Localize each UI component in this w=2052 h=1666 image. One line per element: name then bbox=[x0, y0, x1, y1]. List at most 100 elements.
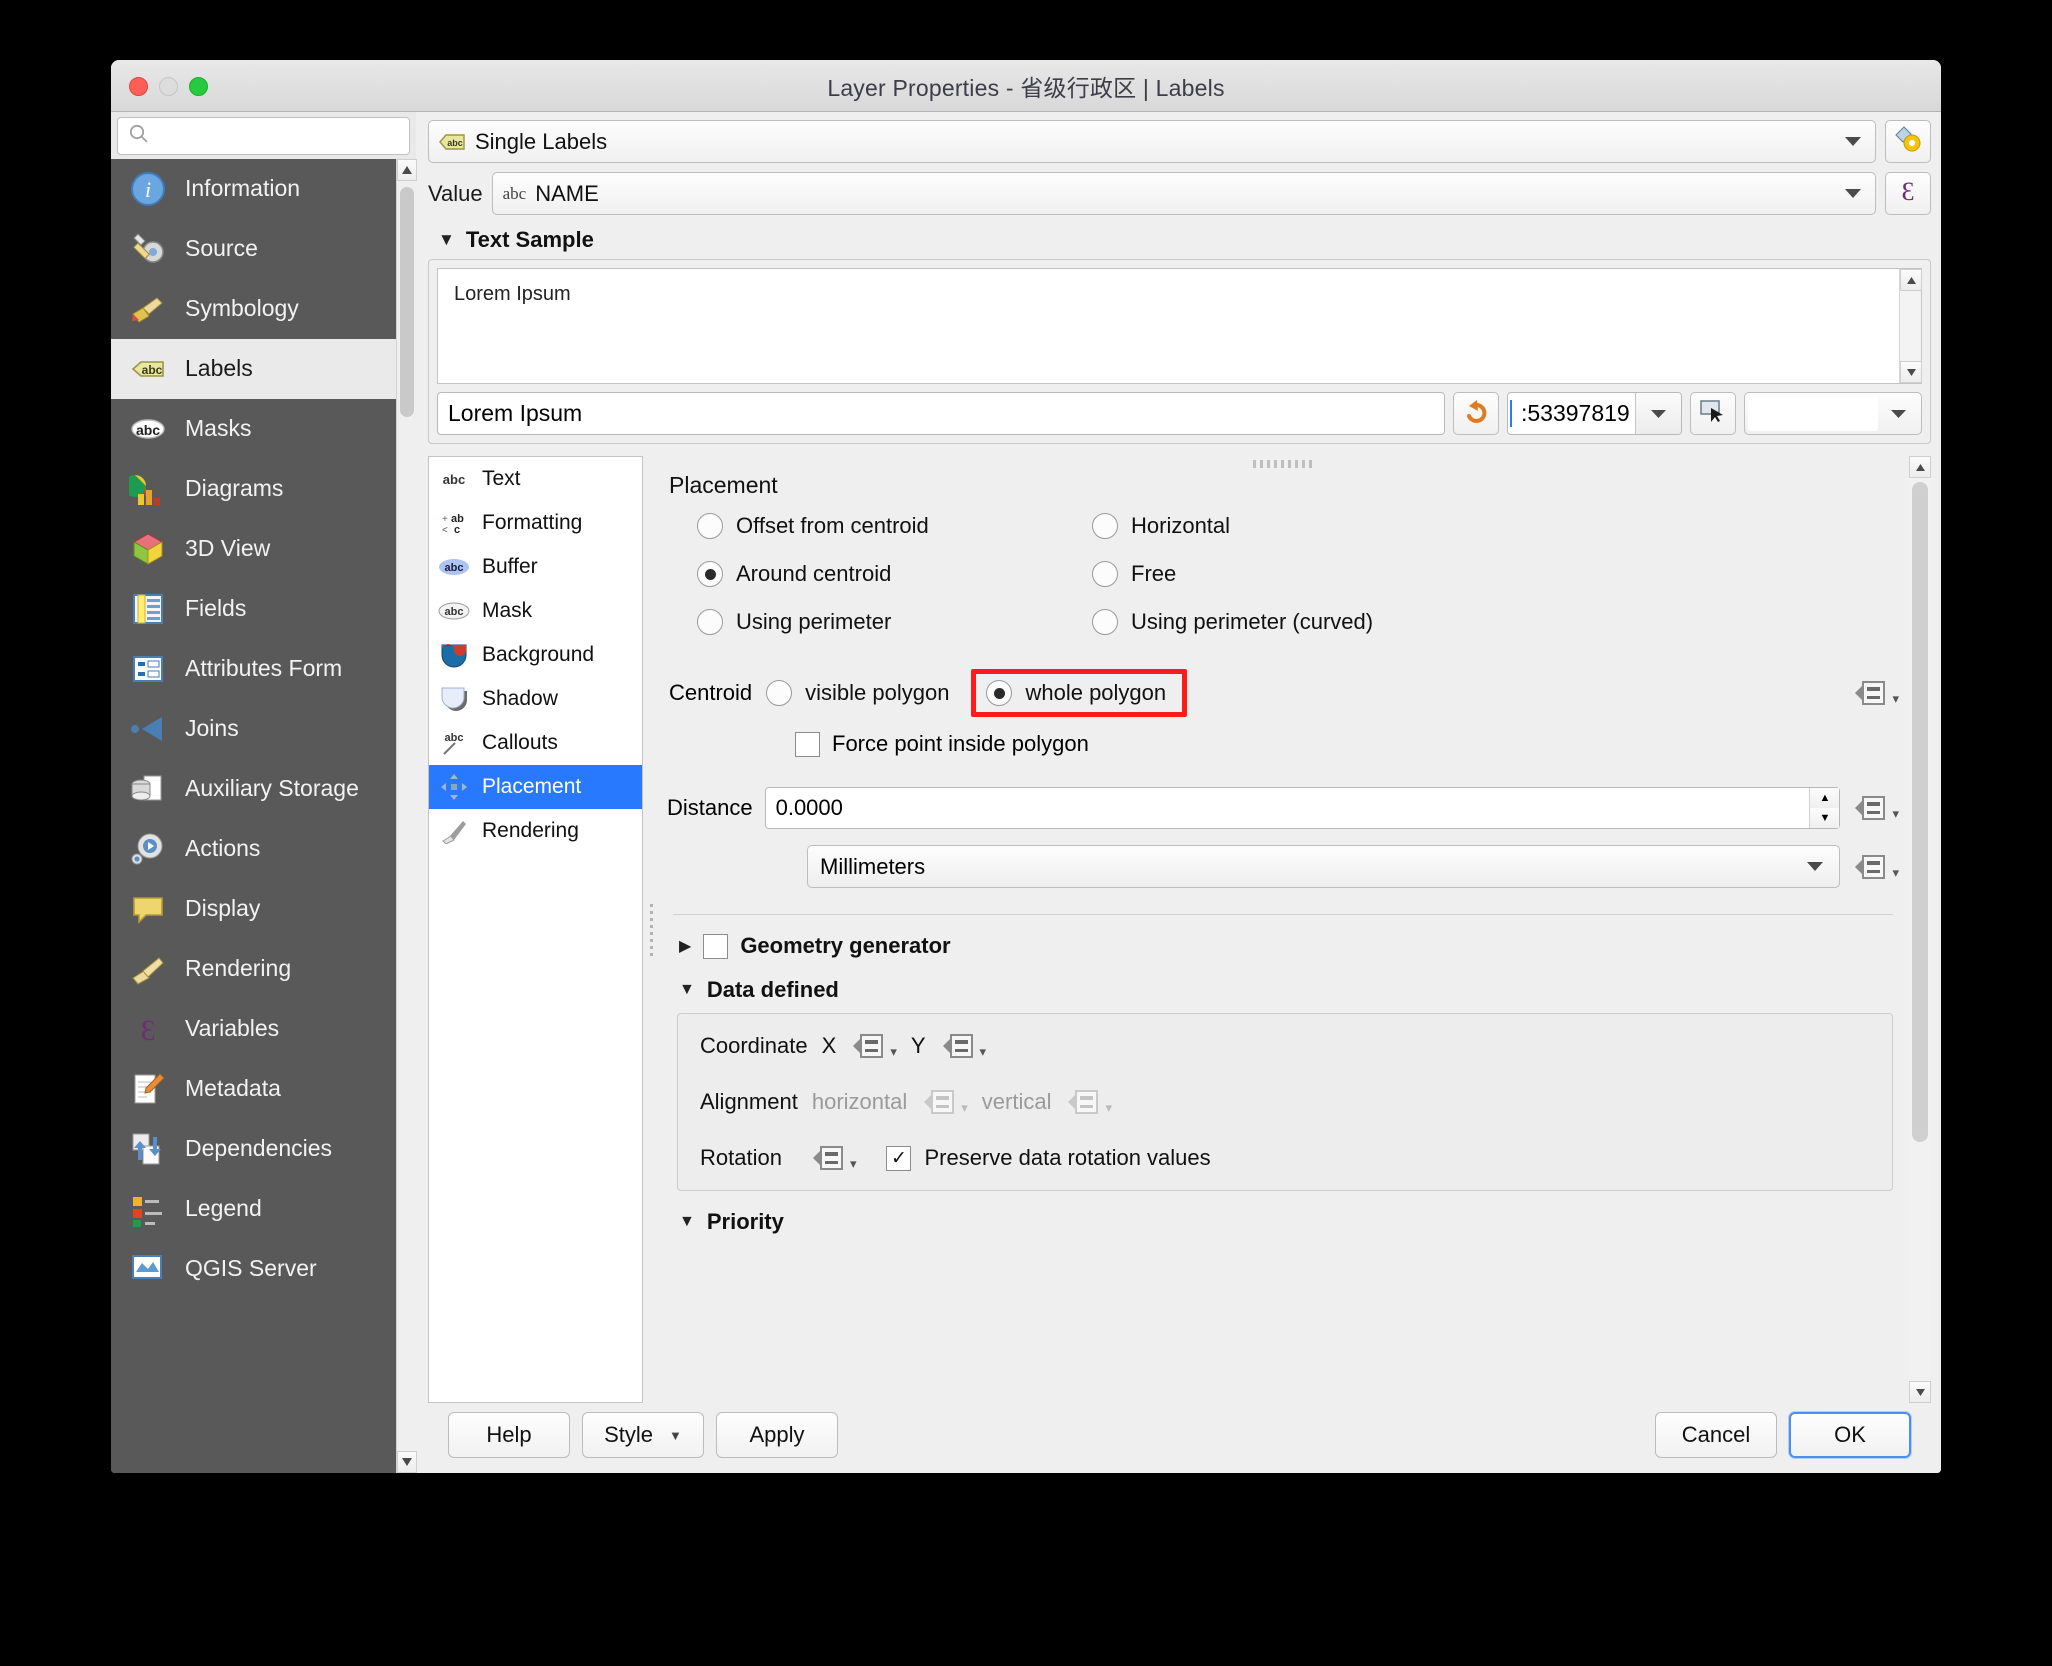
chevron-down-icon[interactable]: ▼ bbox=[669, 1428, 682, 1443]
units-data-defined-button[interactable]: ▾ bbox=[1852, 851, 1899, 883]
scale-combo[interactable]: :53397819 bbox=[1507, 392, 1682, 435]
radio-indicator[interactable] bbox=[986, 680, 1012, 706]
window-controls[interactable] bbox=[129, 77, 208, 96]
maximize-window-button[interactable] bbox=[189, 77, 208, 96]
chevron-down-icon[interactable]: ▾ bbox=[980, 1044, 987, 1062]
subpanel-item-formatting[interactable]: +ab<c Formatting bbox=[429, 501, 642, 545]
coordinate-x-data-defined-button[interactable]: ▾ bbox=[850, 1030, 897, 1062]
scroll-up-icon[interactable] bbox=[1900, 269, 1922, 291]
radio-centroid-visible-polygon[interactable]: visible polygon bbox=[766, 680, 949, 706]
sidebar-item-metadata[interactable]: Metadata bbox=[111, 1059, 396, 1119]
distance-data-defined-button[interactable]: ▾ bbox=[1852, 792, 1899, 824]
scroll-down-icon[interactable] bbox=[1909, 1381, 1931, 1403]
radio-centroid-whole-polygon[interactable]: whole polygon bbox=[986, 680, 1166, 706]
radio-indicator[interactable] bbox=[697, 513, 723, 539]
sidebar-item-labels[interactable]: abc Labels bbox=[111, 339, 396, 399]
value-field-combo[interactable]: abc NAME bbox=[492, 172, 1876, 215]
expression-button[interactable]: Ɛ bbox=[1885, 172, 1931, 215]
text-sample-preview[interactable]: Lorem Ipsum bbox=[437, 268, 1922, 384]
placement-panel-scrollbar[interactable] bbox=[1909, 456, 1931, 1403]
set-from-canvas-button[interactable] bbox=[1690, 392, 1736, 435]
alignment-horizontal-data-defined-button[interactable]: ▾ bbox=[921, 1086, 968, 1118]
sidebar-item-display[interactable]: Display bbox=[111, 879, 396, 939]
sidebar-item-3d-view[interactable]: 3D View bbox=[111, 519, 396, 579]
subpanel-item-background[interactable]: Background bbox=[429, 633, 642, 677]
panel-drag-handle[interactable] bbox=[1253, 460, 1313, 468]
sidebar-item-rendering[interactable]: Rendering bbox=[111, 939, 396, 999]
spinner-up-icon[interactable]: ▲ bbox=[1810, 788, 1839, 808]
chevron-down-icon[interactable]: ▾ bbox=[890, 1044, 897, 1062]
scroll-up-icon[interactable] bbox=[397, 159, 417, 181]
radio-using-perimeter[interactable]: Using perimeter bbox=[697, 609, 1092, 635]
minimize-window-button[interactable] bbox=[159, 77, 178, 96]
chevron-down-icon[interactable] bbox=[1791, 861, 1839, 872]
style-button[interactable]: Style ▼ bbox=[582, 1412, 704, 1458]
sidebar-item-actions[interactable]: Actions bbox=[111, 819, 396, 879]
radio-indicator[interactable] bbox=[697, 561, 723, 587]
chevron-down-icon[interactable]: ▾ bbox=[1892, 865, 1899, 883]
radio-indicator[interactable] bbox=[1092, 609, 1118, 635]
collapse-triangle-icon[interactable]: ▼ bbox=[679, 981, 695, 999]
sidebar-item-attributes-form[interactable]: Attributes Form bbox=[111, 639, 396, 699]
sidebar-item-source[interactable]: Source bbox=[111, 219, 396, 279]
radio-indicator[interactable] bbox=[697, 609, 723, 635]
scroll-down-icon[interactable] bbox=[397, 1451, 417, 1473]
distance-spinbox[interactable]: 0.0000 ▲ ▼ bbox=[765, 787, 1841, 829]
spinner-buttons[interactable]: ▲ ▼ bbox=[1809, 788, 1839, 828]
priority-header[interactable]: ▼ Priority bbox=[679, 1209, 1899, 1235]
placement-scrollbar-thumb[interactable] bbox=[1912, 482, 1928, 1142]
sidebar-item-joins[interactable]: Joins bbox=[111, 699, 396, 759]
scroll-up-icon[interactable] bbox=[1909, 456, 1931, 478]
radio-free[interactable]: Free bbox=[1092, 561, 1899, 587]
subpanel-item-rendering[interactable]: Rendering bbox=[429, 809, 642, 853]
chevron-down-icon[interactable]: ▾ bbox=[1892, 806, 1899, 824]
sample-font-combo[interactable] bbox=[1744, 392, 1922, 435]
cancel-button[interactable]: Cancel bbox=[1655, 1412, 1777, 1458]
scroll-down-icon[interactable] bbox=[1900, 361, 1922, 383]
radio-using-perimeter-curved[interactable]: Using perimeter (curved) bbox=[1092, 609, 1899, 635]
checkbox-indicator[interactable] bbox=[795, 732, 820, 757]
sidebar-item-variables[interactable]: Ɛ Variables bbox=[111, 999, 396, 1059]
checkbox-geometry-generator[interactable] bbox=[703, 934, 728, 959]
panel-splitter[interactable] bbox=[643, 456, 659, 1403]
sidebar-item-fields[interactable]: Fields bbox=[111, 579, 396, 639]
chevron-down-icon[interactable] bbox=[1831, 121, 1875, 162]
collapse-triangle-icon[interactable]: ▼ bbox=[679, 1213, 695, 1231]
sidebar-item-diagrams[interactable]: Diagrams bbox=[111, 459, 396, 519]
help-button[interactable]: Help bbox=[448, 1412, 570, 1458]
radio-indicator[interactable] bbox=[766, 680, 792, 706]
chevron-down-icon[interactable]: ▾ bbox=[1105, 1100, 1112, 1118]
sidebar-item-qgis-server[interactable]: QGIS Server bbox=[111, 1239, 396, 1299]
chevron-down-icon[interactable] bbox=[1878, 409, 1918, 419]
search-box[interactable] bbox=[117, 117, 410, 155]
radio-horizontal[interactable]: Horizontal bbox=[1092, 513, 1899, 539]
subpanel-item-placement[interactable]: Placement bbox=[429, 765, 642, 809]
radio-indicator[interactable] bbox=[1092, 513, 1118, 539]
centroid-data-defined-button[interactable]: ▾ bbox=[1852, 677, 1899, 709]
text-sample-scrollbar[interactable] bbox=[1899, 269, 1921, 383]
radio-around-centroid[interactable]: Around centroid bbox=[697, 561, 1092, 587]
sidebar-item-dependencies[interactable]: Dependencies bbox=[111, 1119, 396, 1179]
spinner-down-icon[interactable]: ▼ bbox=[1810, 808, 1839, 828]
text-sample-header[interactable]: ▼ Text Sample bbox=[438, 227, 1931, 253]
collapse-triangle-icon[interactable]: ▼ bbox=[438, 230, 455, 250]
chevron-down-icon[interactable] bbox=[1635, 393, 1681, 434]
radio-indicator[interactable] bbox=[1092, 561, 1118, 587]
sidebar-item-masks[interactable]: abc Masks bbox=[111, 399, 396, 459]
label-mode-combo[interactable]: abc Single Labels bbox=[428, 120, 1876, 163]
text-sample-input[interactable]: Lorem Ipsum bbox=[437, 392, 1445, 435]
search-input[interactable] bbox=[156, 126, 399, 146]
alignment-vertical-data-defined-button[interactable]: ▾ bbox=[1065, 1086, 1112, 1118]
subpanel-item-mask[interactable]: abc Mask bbox=[429, 589, 642, 633]
subpanel-item-buffer[interactable]: abc Buffer bbox=[429, 545, 642, 589]
checkbox-indicator[interactable]: ✓ bbox=[886, 1146, 911, 1171]
sidebar-item-legend[interactable]: Legend bbox=[111, 1179, 396, 1239]
chevron-down-icon[interactable]: ▾ bbox=[1892, 691, 1899, 709]
close-window-button[interactable] bbox=[129, 77, 148, 96]
data-defined-header[interactable]: ▼ Data defined bbox=[679, 977, 1899, 1003]
sidebar-item-auxiliary-storage[interactable]: Auxiliary Storage bbox=[111, 759, 396, 819]
label-settings-button[interactable] bbox=[1885, 120, 1931, 163]
sidebar-scrollbar-thumb[interactable] bbox=[400, 187, 414, 417]
reset-sample-button[interactable] bbox=[1453, 392, 1499, 435]
sidebar-item-symbology[interactable]: Symbology bbox=[111, 279, 396, 339]
